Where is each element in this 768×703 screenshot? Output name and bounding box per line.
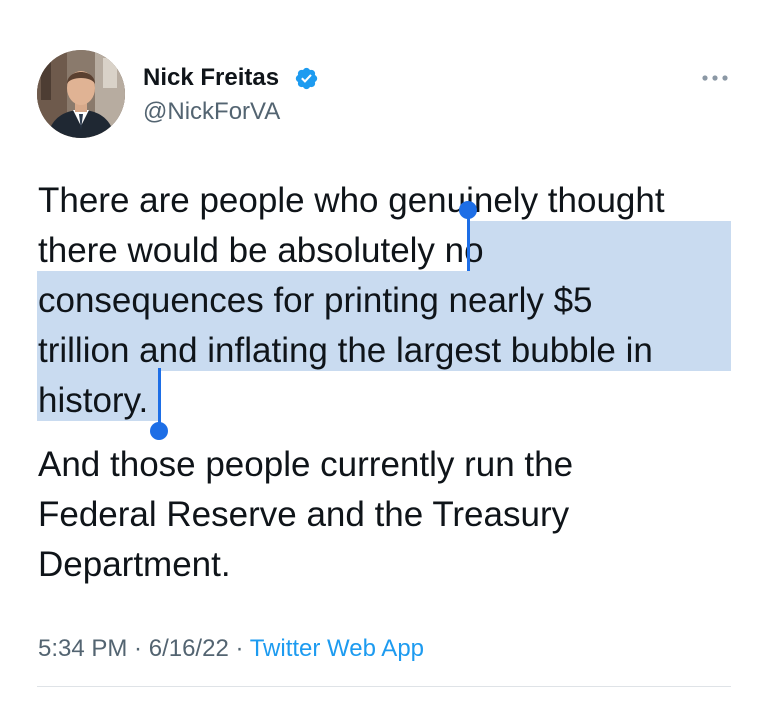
divider [37, 686, 731, 687]
tweet-text-line: Federal Reserve and the Treasury [38, 495, 570, 534]
tweet-text-line: And those people currently run the [38, 445, 574, 484]
tweet-text-line: There are people who genuinely thought [38, 181, 665, 220]
profile-photo [37, 50, 125, 138]
tweet-text-line: Department. [38, 545, 231, 584]
text-selection-highlight [468, 221, 731, 271]
meta-separator: · [228, 635, 250, 662]
tweet-source-link[interactable]: Twitter Web App [250, 635, 424, 662]
tweet-date[interactable]: 6/16/22 [149, 635, 229, 662]
tweet-text-line: history. [38, 381, 149, 420]
selection-end-handle[interactable] [150, 422, 168, 440]
tweet-time[interactable]: 5:34 PM [38, 635, 127, 662]
more-horizontal-icon[interactable] [700, 72, 730, 84]
tweet-text-line: trillion and inflating the largest bubbl… [38, 331, 653, 370]
tweet-card: Nick Freitas @NickForVA There are people… [0, 0, 768, 703]
selection-start-caret [467, 215, 470, 271]
meta-separator: · [127, 635, 149, 662]
tweet-text-line: consequences for printing nearly $5 [38, 281, 593, 320]
verified-badge-icon [295, 67, 318, 90]
author-handle[interactable]: @NickForVA [143, 96, 280, 128]
tweet-meta: 5:34 PM · 6/16/22 · Twitter Web App [38, 633, 424, 665]
author-name[interactable]: Nick Freitas [143, 62, 279, 94]
tweet-text-line: there would be absolutely no [38, 231, 484, 270]
avatar[interactable] [37, 50, 125, 138]
selection-end-caret [158, 368, 161, 424]
